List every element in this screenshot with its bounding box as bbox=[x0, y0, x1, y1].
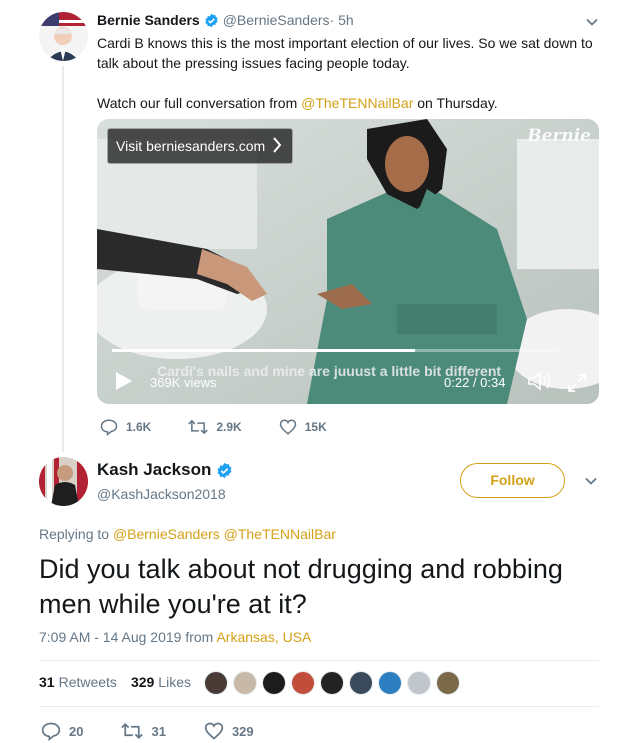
liker-avatar[interactable] bbox=[320, 671, 344, 695]
replying-prefix: Replying to bbox=[39, 526, 113, 542]
watch-suffix: on Thursday. bbox=[413, 95, 498, 111]
main-author-handle[interactable]: @KashJackson2018 bbox=[97, 486, 226, 502]
replying-to-line: Replying to @BernieSanders @TheTENNailBa… bbox=[39, 526, 336, 542]
thread-line bbox=[62, 66, 64, 452]
volume-icon[interactable] bbox=[527, 370, 553, 392]
video-views: 369K views bbox=[150, 375, 217, 390]
kash-avatar[interactable] bbox=[39, 457, 88, 506]
like-button[interactable]: 15K bbox=[279, 418, 327, 436]
divider bbox=[39, 660, 599, 661]
liker-avatar[interactable] bbox=[291, 671, 315, 695]
likes-label: Likes bbox=[158, 674, 191, 690]
parent-author-name[interactable]: Bernie Sanders bbox=[97, 12, 200, 28]
retweet-button[interactable]: 31 bbox=[121, 721, 166, 741]
visit-website-label: Visit berniesanders.com bbox=[116, 138, 266, 154]
video-timecode: 0:22 / 0:34 bbox=[444, 375, 506, 390]
reply-icon bbox=[100, 419, 118, 436]
heart-icon bbox=[279, 419, 296, 435]
mention-link[interactable]: @TheTENNailBar bbox=[301, 95, 413, 111]
video-progress-bar[interactable] bbox=[112, 349, 558, 352]
retweet-count: 31 bbox=[151, 723, 166, 739]
bernie-logo: Bernie bbox=[527, 126, 591, 146]
timestamp-text[interactable]: 7:09 AM - 14 Aug 2019 from bbox=[39, 629, 216, 645]
chevron-down-icon[interactable] bbox=[585, 15, 599, 29]
verified-badge-icon bbox=[216, 462, 233, 479]
retweets-stat[interactable]: 31 Retweets bbox=[39, 674, 117, 690]
parent-tweet-header: Bernie Sanders @BernieSanders · 5h bbox=[97, 12, 354, 28]
main-author-name-row: Kash Jackson bbox=[97, 460, 233, 480]
play-icon[interactable] bbox=[115, 371, 133, 391]
retweets-count: 31 bbox=[39, 674, 55, 690]
like-count: 329 bbox=[231, 723, 254, 739]
video-player[interactable]: Visit berniesanders.com Bernie Cardi's n… bbox=[97, 119, 599, 404]
liker-avatar[interactable] bbox=[407, 671, 431, 695]
parent-tweet-paragraph: Cardi B knows this is the most important… bbox=[97, 35, 593, 71]
location-link[interactable]: Arkansas, USA bbox=[216, 629, 311, 645]
chevron-right-icon bbox=[272, 136, 282, 156]
liker-avatar[interactable] bbox=[204, 671, 228, 695]
verified-badge-icon bbox=[204, 13, 219, 28]
reply-button[interactable]: 20 bbox=[41, 721, 83, 741]
heart-icon bbox=[204, 722, 224, 740]
likers-avatars bbox=[204, 671, 465, 695]
fullscreen-icon[interactable] bbox=[567, 373, 587, 393]
liker-avatar[interactable] bbox=[262, 671, 286, 695]
parent-tweet-actions: 1.6K 2.9K 15K bbox=[100, 418, 364, 436]
reply-count: 20 bbox=[69, 723, 84, 739]
main-tweet-actions: 20 31 329 bbox=[41, 721, 292, 741]
follow-button[interactable]: Follow bbox=[460, 463, 565, 498]
liker-avatar[interactable] bbox=[349, 671, 373, 695]
parent-tweet-text: Cardi B knows this is the most important… bbox=[97, 33, 602, 133]
parent-author-handle[interactable]: @BernieSanders bbox=[223, 12, 330, 28]
main-tweet-timestamp: 7:09 AM - 14 Aug 2019 from Arkansas, USA bbox=[39, 629, 311, 645]
reply-button[interactable]: 1.6K bbox=[100, 418, 151, 436]
parent-tweet-time[interactable]: · 5h bbox=[330, 12, 354, 28]
main-tweet-text: Did you talk about not drugging and robb… bbox=[39, 554, 563, 619]
retweet-button[interactable]: 2.9K bbox=[188, 418, 242, 436]
liker-avatar[interactable] bbox=[378, 671, 402, 695]
engagement-stats: 31 Retweets 329 Likes bbox=[39, 674, 205, 690]
retweets-label: Retweets bbox=[58, 674, 117, 690]
watch-prefix: Watch our full conversation from bbox=[97, 95, 302, 111]
visit-website-button[interactable]: Visit berniesanders.com bbox=[107, 128, 293, 164]
retweet-icon bbox=[121, 723, 144, 739]
main-author-name[interactable]: Kash Jackson bbox=[97, 460, 211, 480]
liker-avatar[interactable] bbox=[436, 671, 460, 695]
likes-count: 329 bbox=[130, 674, 155, 690]
parent-tweet-watch-line: Watch our full conversation from @TheTEN… bbox=[97, 93, 602, 113]
reply-count: 1.6K bbox=[126, 420, 152, 434]
video-progress-fill bbox=[112, 349, 416, 352]
retweet-count: 2.9K bbox=[216, 420, 242, 434]
chevron-down-icon[interactable] bbox=[584, 474, 598, 488]
retweet-icon bbox=[188, 419, 209, 435]
bernie-avatar[interactable] bbox=[39, 12, 88, 61]
reply-icon bbox=[41, 722, 61, 741]
like-count: 15K bbox=[304, 420, 327, 434]
divider bbox=[39, 706, 599, 707]
liker-avatar[interactable] bbox=[233, 671, 257, 695]
replying-mentions[interactable]: @BernieSanders @TheTENNailBar bbox=[113, 526, 336, 542]
likes-stat[interactable]: 329 Likes bbox=[131, 674, 191, 690]
like-button[interactable]: 329 bbox=[204, 721, 254, 741]
